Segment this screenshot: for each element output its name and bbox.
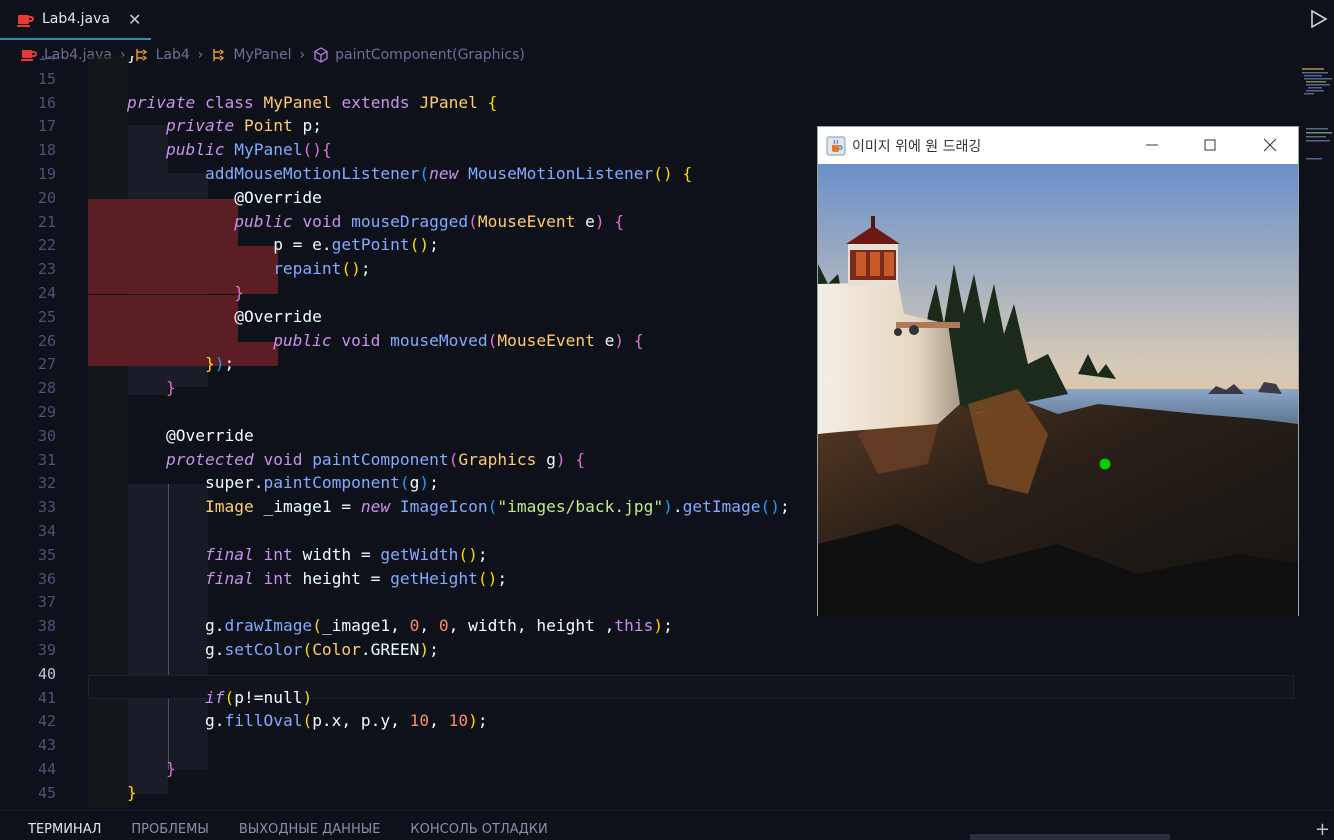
code-text: } [127,782,137,802]
line-number: 42 [37,712,56,731]
code-text: repaint(); [273,259,371,279]
code-text: if(p!=null) [204,687,313,707]
code-line[interactable]: 39 g.setColor(Color.GREEN); [0,638,1300,662]
code-text: public MyPanel(){ [165,140,332,160]
line-number: 41 [37,688,56,707]
code-text: g.fillOval(p.x, p.y, 10, 10); [204,711,488,731]
code-line[interactable]: 14} [0,56,1300,67]
code-text: public void mouseDragged(MouseEvent e) { [234,211,625,231]
code-text: private Point p; [165,116,322,136]
add-terminal-button[interactable]: + [1315,819,1330,840]
code-text: g.setColor(Color.GREEN); [204,640,439,659]
tab-terminal[interactable]: ТЕРМИНАЛ [28,814,101,837]
code-text: @Override [234,187,322,207]
drag-dot [1099,458,1111,470]
tab-problems[interactable]: ПРОБЛЕМЫ [131,814,208,837]
line-number: 24 [37,284,56,302]
minimap[interactable] [1300,68,1334,168]
line-number: 19 [37,165,56,183]
minimize-icon[interactable] [1140,133,1164,157]
code-line[interactable]: 42 g.fillOval(p.x, p.y, 10, 10); [0,709,1300,733]
code-text: g.drawImage(_image1, 0, 0, width, height… [204,616,673,636]
java-app-icon [826,136,846,155]
window-title: 이미지 위에 원 드래깅 [852,138,982,155]
code-text: } [165,378,176,398]
code-line[interactable]: 16 private class MyPanel extends JPanel { [0,91,1300,115]
line-number: 44 [37,760,56,778]
code-text: super.paintComponent(g); [204,473,439,493]
code-line[interactable]: 44 } [0,757,1300,781]
line-number: 25 [37,307,56,326]
code-text: }); [204,354,235,374]
code-line[interactable]: 43 [0,733,1300,757]
line-number: 32 [37,474,56,493]
line-number: 22 [37,236,56,255]
code-text: @Override [165,425,254,445]
horizontal-scrollbar[interactable] [970,834,1170,840]
line-number: 21 [37,212,56,231]
java-cup-icon [17,15,34,27]
window-titlebar[interactable]: 이미지 위에 원 드래깅 [818,127,1298,164]
tab-output[interactable]: ВЫХОДНЫЕ ДАННЫЕ [239,814,381,837]
line-number: 26 [37,331,56,350]
code-line[interactable]: 41 if(p!=null) [0,686,1300,710]
line-number: 37 [37,593,56,612]
line-number: 27 [37,355,56,374]
line-number: 36 [37,569,56,588]
maximize-icon[interactable] [1198,133,1222,157]
lighthouse-image-canvas[interactable] [818,164,1298,616]
close-icon[interactable]: ✕ [128,10,141,29]
line-number: 35 [37,545,56,564]
code-text: p = e.getPoint(); [273,235,439,255]
line-number: 33 [37,498,56,517]
java-app-window: 이미지 위에 원 드래깅 [817,126,1299,616]
code-text: @Override [234,306,322,326]
line-number: 43 [37,736,56,755]
code-line[interactable]: 45} [0,781,1300,805]
line-number: 17 [37,117,56,136]
play-icon[interactable] [1306,7,1330,31]
code-text: final int height = getHeight(); [204,568,508,588]
line-number: 39 [37,641,56,659]
code-text: } [127,56,137,67]
line-number: 20 [37,188,56,207]
code-text: private class MyPanel extends JPanel { [127,92,498,112]
code-line[interactable]: 15 [0,67,1300,91]
line-number: 31 [37,450,56,469]
line-number: 38 [37,617,56,636]
line-number: 23 [37,260,56,279]
code-text: } [234,283,244,302]
code-text: protected void paintComponent(Graphics g… [165,449,586,469]
close-icon[interactable] [1258,133,1282,157]
line-number: 28 [37,379,56,398]
code-line[interactable]: 40 [0,662,1300,686]
code-text: Image _image1 = new ImageIcon("images/ba… [204,497,790,517]
line-number: 34 [37,522,56,540]
code-text: final int width = getWidth(); [204,544,488,564]
line-number: 30 [37,426,56,445]
line-number: 18 [37,141,56,160]
line-number: 14 [0,56,56,67]
line-number: 16 [37,93,56,112]
tab-label: Lab4.java [42,11,110,27]
line-number: 40 [37,664,56,683]
line-number: 15 [37,69,56,88]
code-line[interactable]: 38 g.drawImage(_image1, 0, 0, width, hei… [0,614,1300,638]
tab-debug-console[interactable]: КОНСОЛЬ ОТЛАДКИ [410,814,547,837]
code-text: addMouseMotionListener(new MouseMotionLi… [204,164,693,183]
code-text: } [165,759,176,778]
line-number: 45 [37,783,56,802]
code-text: public void mouseMoved(MouseEvent e) { [273,330,644,350]
tab-lab4-java[interactable]: Lab4.java ✕ [0,0,151,40]
tab-bar: Lab4.java ✕ [0,0,1334,40]
line-number: 29 [37,403,56,421]
